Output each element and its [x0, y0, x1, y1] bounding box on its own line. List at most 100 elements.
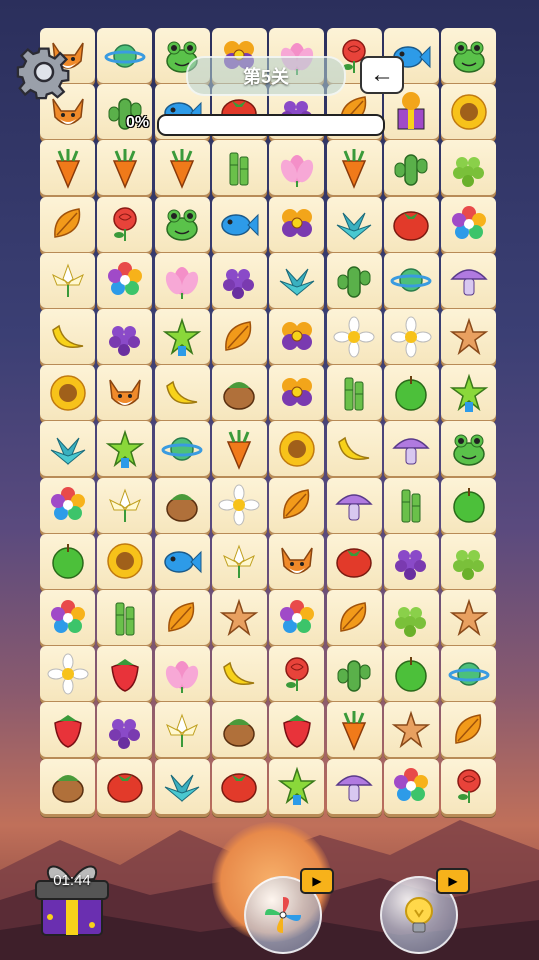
settings-gear-icon[interactable]	[16, 44, 72, 100]
tile[interactable]	[269, 140, 325, 196]
tile[interactable]	[154, 646, 210, 702]
tile[interactable]	[383, 421, 439, 477]
tile[interactable]	[40, 477, 95, 533]
tile[interactable]	[269, 477, 325, 533]
tile[interactable]	[154, 196, 210, 252]
tile[interactable]	[269, 590, 325, 645]
tile[interactable]	[97, 590, 153, 645]
tile[interactable]	[154, 252, 210, 308]
tile[interactable]	[154, 421, 210, 477]
tile[interactable]	[441, 196, 497, 252]
tile[interactable]	[326, 590, 382, 645]
tile[interactable]	[97, 533, 153, 589]
tile[interactable]	[40, 590, 95, 645]
tile[interactable]	[211, 533, 267, 589]
tile[interactable]	[269, 421, 325, 477]
tile[interactable]	[441, 84, 497, 140]
gift-box-icon[interactable]	[28, 855, 116, 937]
tile[interactable]	[441, 758, 497, 814]
tile[interactable]	[383, 477, 439, 533]
tile[interactable]	[97, 309, 153, 364]
tile[interactable]	[40, 309, 95, 364]
tile[interactable]	[97, 365, 153, 421]
tile[interactable]	[326, 477, 382, 533]
tile[interactable]	[326, 140, 382, 196]
tile[interactable]	[211, 309, 267, 364]
tile[interactable]	[211, 702, 267, 758]
tile[interactable]	[383, 196, 439, 252]
tile[interactable]	[40, 758, 95, 814]
tile[interactable]	[383, 590, 439, 645]
tile[interactable]	[326, 533, 382, 589]
tile[interactable]	[441, 421, 497, 477]
tile[interactable]	[97, 477, 153, 533]
tile[interactable]	[40, 533, 95, 589]
tile[interactable]	[269, 533, 325, 589]
tile[interactable]	[211, 140, 267, 196]
tile[interactable]	[326, 196, 382, 252]
tile[interactable]	[154, 309, 210, 364]
tile[interactable]	[211, 590, 267, 645]
tile[interactable]	[97, 28, 153, 83]
tile[interactable]	[441, 309, 497, 364]
tile[interactable]	[154, 477, 210, 533]
tile[interactable]	[441, 365, 497, 421]
tile[interactable]	[211, 646, 267, 702]
tile[interactable]	[211, 421, 267, 477]
tile[interactable]	[97, 196, 153, 252]
tile[interactable]	[97, 140, 153, 196]
tile[interactable]	[154, 590, 210, 645]
tile[interactable]	[269, 365, 325, 421]
tile[interactable]	[269, 196, 325, 252]
tile[interactable]	[326, 365, 382, 421]
tile[interactable]	[211, 252, 267, 308]
tile[interactable]	[40, 365, 95, 421]
tile[interactable]	[441, 477, 497, 533]
tile[interactable]	[383, 646, 439, 702]
tile[interactable]	[40, 252, 95, 308]
tile[interactable]	[154, 365, 210, 421]
tile[interactable]	[441, 28, 497, 83]
tile[interactable]	[97, 252, 153, 308]
tile[interactable]	[269, 252, 325, 308]
tile[interactable]	[383, 533, 439, 589]
tile[interactable]	[383, 702, 439, 758]
tile[interactable]	[97, 421, 153, 477]
tile[interactable]	[326, 702, 382, 758]
tile[interactable]	[383, 309, 439, 364]
tile[interactable]	[326, 421, 382, 477]
tile[interactable]	[383, 252, 439, 308]
tile[interactable]	[97, 702, 153, 758]
tile[interactable]	[441, 252, 497, 308]
tile[interactable]	[383, 140, 439, 196]
tile[interactable]	[269, 758, 325, 814]
tile[interactable]	[441, 702, 497, 758]
tile[interactable]	[441, 533, 497, 589]
tile[interactable]	[383, 365, 439, 421]
tile[interactable]	[97, 758, 153, 814]
tile[interactable]	[154, 758, 210, 814]
tile[interactable]	[441, 590, 497, 645]
tile[interactable]	[211, 196, 267, 252]
back-arrow-button[interactable]: ←	[360, 56, 404, 94]
tile[interactable]	[211, 365, 267, 421]
tile[interactable]	[154, 533, 210, 589]
tile[interactable]	[441, 646, 497, 702]
tile[interactable]	[326, 758, 382, 814]
tile[interactable]	[97, 646, 153, 702]
tile[interactable]	[40, 196, 95, 252]
tile[interactable]	[441, 140, 497, 196]
tile[interactable]	[40, 702, 95, 758]
tile[interactable]	[326, 252, 382, 308]
tile[interactable]	[383, 758, 439, 814]
tile[interactable]	[211, 477, 267, 533]
tile[interactable]	[211, 758, 267, 814]
tile[interactable]	[40, 421, 95, 477]
tile[interactable]	[154, 140, 210, 196]
tile[interactable]	[326, 309, 382, 364]
tile[interactable]	[269, 702, 325, 758]
tile[interactable]	[269, 309, 325, 364]
tile[interactable]	[154, 702, 210, 758]
tile[interactable]	[326, 646, 382, 702]
tile[interactable]	[40, 140, 95, 196]
